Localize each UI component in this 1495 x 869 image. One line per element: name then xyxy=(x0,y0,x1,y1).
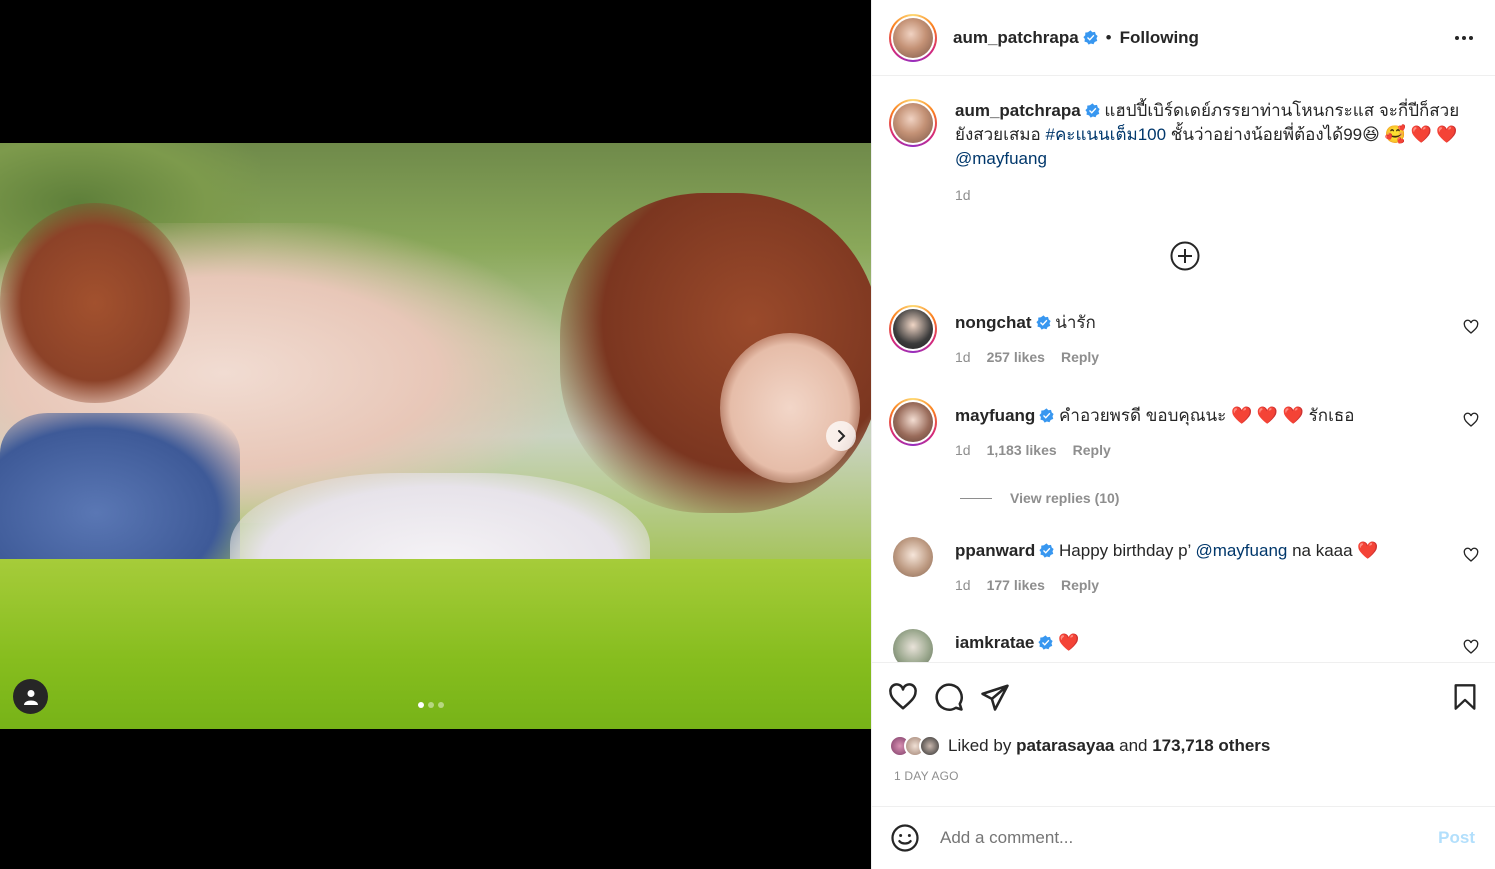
comment-text: คำอวยพรดี ขอบคุณนะ ❤️ ❤️ ❤️ รักเธอ xyxy=(1059,406,1355,425)
carousel-dot xyxy=(428,702,434,708)
liked-by-user[interactable]: patarasayaa xyxy=(1016,736,1114,755)
carousel-indicator xyxy=(418,702,444,708)
chevron-right-icon xyxy=(838,430,846,442)
like-comment-heart-icon[interactable] xyxy=(1463,547,1479,563)
verified-badge-icon xyxy=(1038,635,1054,650)
share-paper-plane-icon[interactable] xyxy=(980,682,1010,712)
verified-badge-icon xyxy=(1083,30,1098,45)
commenter-username[interactable]: ppanward xyxy=(955,541,1035,560)
post-timestamp[interactable]: 1 DAY AGO xyxy=(872,769,1495,783)
plus-circle-icon xyxy=(1170,241,1200,271)
caption-text-continued: ชั้นว่าอย่างน้อยพี่ต้องได้99😆 🥰 ❤️ ❤️ xyxy=(1170,125,1458,144)
tagged-users-button[interactable] xyxy=(13,679,48,714)
reply-button[interactable]: Reply xyxy=(1061,577,1099,593)
comment-text: ❤️ xyxy=(1058,633,1080,652)
caption-avatar[interactable] xyxy=(889,99,937,147)
comment-text-end: na kaaa ❤️ xyxy=(1292,541,1379,560)
liked-by-label: Liked by xyxy=(948,736,1012,755)
media-area xyxy=(0,0,871,869)
user-icon xyxy=(23,689,38,705)
commenter-avatar[interactable] xyxy=(889,398,937,446)
more-options-icon xyxy=(1455,35,1459,40)
comment-time[interactable]: 1d xyxy=(955,577,971,593)
verified-badge-icon xyxy=(1039,543,1054,558)
comment-mention[interactable]: @mayfuang xyxy=(1195,541,1287,560)
post-comment-button[interactable]: Post xyxy=(1438,828,1475,848)
comment-item: iamkratae ❤️ xyxy=(889,625,1479,662)
caption-hashtag[interactable]: #คะแนนเต็ม100 xyxy=(1045,125,1166,144)
comment-bubble-icon[interactable] xyxy=(934,682,964,712)
liked-by-and: and xyxy=(1119,736,1148,755)
caption-username[interactable]: aum_patchrapa xyxy=(955,101,1081,120)
liked-by-others[interactable]: 173,718 others xyxy=(1152,736,1270,755)
instagram-post-modal: aum_patchrapa • Following aum_patchrapa … xyxy=(0,0,1495,869)
post-photo xyxy=(0,143,871,729)
comments-list[interactable]: aum_patchrapa แฮปปี้เบิร์ดเดย์ภรรยาท่านโ… xyxy=(872,77,1495,662)
separator-bullet: • xyxy=(1105,27,1112,47)
commenter-avatar[interactable] xyxy=(889,625,937,662)
post-header: aum_patchrapa • Following xyxy=(872,0,1495,76)
carousel-next-button[interactable] xyxy=(826,421,856,451)
like-comment-heart-icon[interactable] xyxy=(1463,412,1479,428)
author-avatar[interactable] xyxy=(889,13,937,62)
author-username[interactable]: aum_patchrapa xyxy=(953,28,1079,48)
like-comment-heart-icon[interactable] xyxy=(1463,319,1479,335)
caption-time[interactable]: 1d xyxy=(955,187,971,203)
following-button[interactable]: Following xyxy=(1120,28,1199,48)
post-side-panel: aum_patchrapa • Following aum_patchrapa … xyxy=(871,0,1495,869)
more-options-button[interactable] xyxy=(1449,30,1479,46)
comment-item: ppanward Happy birthday p’ @mayfuang na … xyxy=(889,533,1479,593)
reply-button[interactable]: Reply xyxy=(1061,349,1099,365)
commenter-username[interactable]: iamkratae xyxy=(955,633,1034,652)
caption-mention[interactable]: @mayfuang xyxy=(955,149,1047,168)
carousel-dot xyxy=(438,702,444,708)
load-more-comments-button[interactable] xyxy=(1169,240,1201,272)
verified-badge-icon xyxy=(1085,103,1100,118)
comment-likes[interactable]: 257 likes xyxy=(987,349,1045,365)
comment-likes[interactable]: 177 likes xyxy=(987,577,1045,593)
reply-button[interactable]: Reply xyxy=(1073,442,1111,458)
caption: aum_patchrapa แฮปปี้เบิร์ดเดย์ภรรยาท่านโ… xyxy=(889,99,1479,203)
comment-text: Happy birthday p’ xyxy=(1059,541,1191,560)
view-replies-button[interactable]: View replies (10) xyxy=(960,490,1119,506)
commenter-avatar[interactable] xyxy=(889,533,937,581)
commenter-username[interactable]: nongchat xyxy=(955,313,1032,332)
post-actions: Liked by patarasayaa and 173,718 others … xyxy=(872,662,1495,783)
comment-time[interactable]: 1d xyxy=(955,349,971,365)
add-comment-bar: Post xyxy=(872,806,1495,869)
comment-item: nongchat น่ารัก 1d 257 likes Reply xyxy=(889,305,1479,365)
like-heart-icon[interactable] xyxy=(888,682,918,712)
comment-time[interactable]: 1d xyxy=(955,442,971,458)
comment-item: mayfuang คำอวยพรดี ขอบคุณนะ ❤️ ❤️ ❤️ รัก… xyxy=(889,398,1479,458)
liker-avatars[interactable] xyxy=(889,735,941,757)
emoji-icon[interactable] xyxy=(890,823,920,853)
likes-summary: Liked by patarasayaa and 173,718 others xyxy=(872,729,1495,763)
comment-input[interactable] xyxy=(940,828,1439,848)
save-bookmark-icon[interactable] xyxy=(1451,682,1479,712)
carousel-dot xyxy=(418,702,424,708)
commenter-avatar[interactable] xyxy=(889,305,937,353)
comment-text: น่ารัก xyxy=(1055,313,1096,332)
verified-badge-icon xyxy=(1039,408,1054,423)
verified-badge-icon xyxy=(1035,315,1051,330)
commenter-username[interactable]: mayfuang xyxy=(955,406,1035,425)
comment-likes[interactable]: 1,183 likes xyxy=(987,442,1057,458)
like-comment-heart-icon[interactable] xyxy=(1463,639,1479,655)
